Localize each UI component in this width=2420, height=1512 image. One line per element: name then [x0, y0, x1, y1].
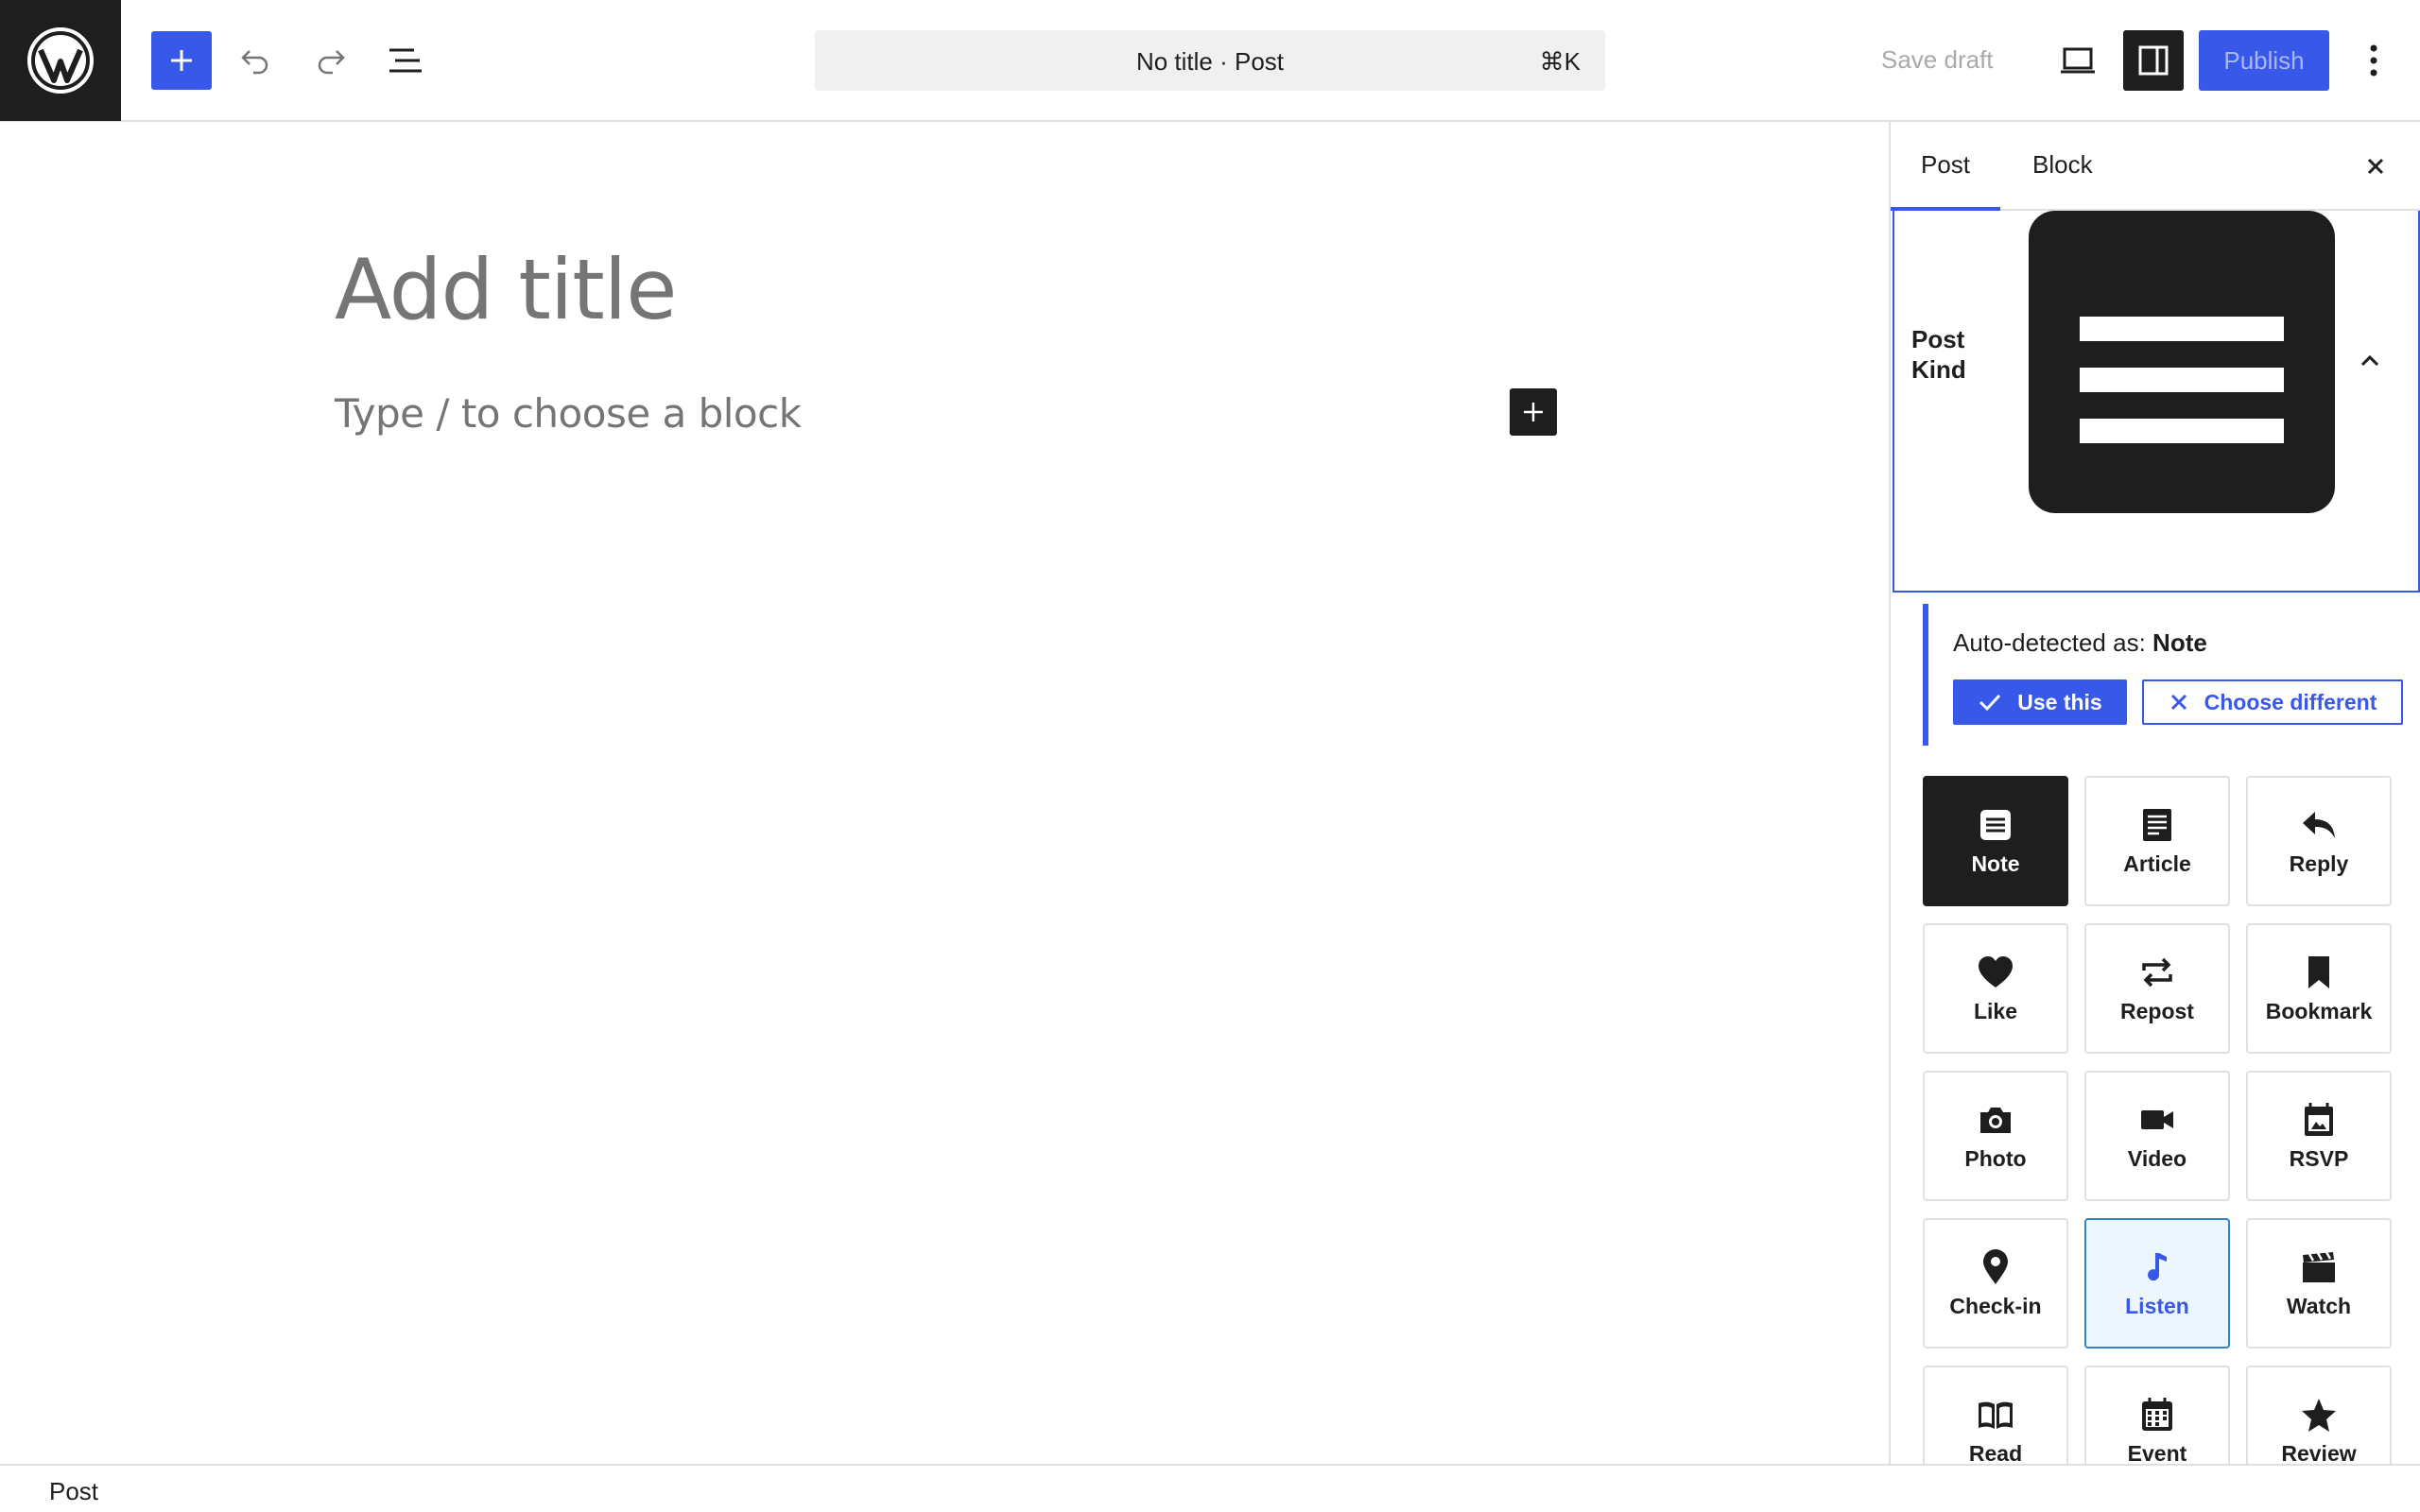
kind-option-label: Photo [1964, 1146, 2027, 1171]
clapperboard-icon [2300, 1248, 2338, 1286]
desktop-preview-icon [2061, 47, 2095, 74]
publish-button[interactable]: Publish [2199, 30, 2329, 91]
redo-icon [318, 50, 345, 75]
panel-title-text: Post Kind [1911, 325, 1966, 384]
heart-icon [1977, 954, 2014, 991]
kind-option-bookmark[interactable]: Bookmark [2246, 923, 2392, 1054]
document-title: No title · Post [1135, 47, 1285, 76]
auto-detect-prefix: Auto-detected as: [1953, 628, 2146, 657]
kind-option-label: RSVP [2289, 1146, 2349, 1171]
document-overview-button[interactable] [388, 42, 425, 79]
use-this-button[interactable]: Use this [1953, 679, 2127, 725]
auto-detect-notice: Auto-detected as: Note Use this Choose d… [1923, 604, 2403, 746]
music-note-icon [2138, 1248, 2176, 1286]
kind-option-photo[interactable]: Photo [1923, 1071, 2068, 1201]
kind-option-label: Bookmark [2265, 999, 2373, 1023]
panel-title[interactable]: Post Kind [1911, 324, 1978, 385]
redo-button[interactable] [312, 42, 350, 79]
kind-option-label: Watch [2286, 1294, 2352, 1318]
settings-sidebar: Post Block Post Kind Auto-detected as: N… [1889, 122, 2420, 1464]
kind-option-listen[interactable]: Listen [2084, 1218, 2230, 1349]
kind-option-review[interactable]: Review [2246, 1366, 2392, 1464]
options-menu-button[interactable] [2360, 38, 2388, 83]
book-icon [1977, 1396, 2014, 1434]
kind-option-label: Listen [2125, 1294, 2189, 1318]
kind-option-label: Article [2123, 851, 2191, 876]
post-kind-panel: Post Kind [1893, 211, 2420, 593]
inline-block-inserter-button[interactable] [1510, 388, 1557, 436]
shortcut-hint: ⌘K [1539, 47, 1581, 76]
save-draft-button[interactable]: Save draft [1881, 45, 1994, 75]
kind-option-label: Video [2127, 1146, 2187, 1171]
preview-button[interactable] [2057, 42, 2099, 79]
tab-block[interactable]: Block [2032, 150, 2093, 180]
check-icon [1979, 694, 2001, 712]
video-icon [2138, 1101, 2176, 1139]
block-inserter-button[interactable] [151, 31, 212, 90]
kind-option-like[interactable]: Like [1923, 923, 2068, 1054]
kind-option-note[interactable]: Note [1923, 776, 2068, 906]
choose-different-label: Choose different [2204, 689, 2377, 714]
note-line [2080, 317, 2284, 341]
camera-icon [1977, 1101, 2014, 1139]
kind-option-check-in[interactable]: Check-in [1923, 1218, 2068, 1349]
default-block-appender[interactable]: Type / to choose a block [335, 390, 802, 437]
kind-option-watch[interactable]: Watch [2246, 1218, 2392, 1349]
kind-option-label: Check-in [1949, 1294, 2042, 1318]
sidebar-tabs: Post Block [1891, 122, 2420, 211]
star-icon [2300, 1396, 2338, 1434]
plus-icon [1524, 403, 1543, 421]
rsvp-icon [2300, 1101, 2338, 1139]
close-icon [2170, 694, 2187, 711]
kind-option-event[interactable]: Event [2084, 1366, 2230, 1464]
list-view-icon [389, 48, 422, 73]
article-icon [2138, 806, 2176, 844]
chevron-up-icon [2360, 354, 2379, 367]
sidebar-icon [2138, 45, 2169, 76]
kind-option-label: Read [1968, 1441, 2023, 1464]
close-icon [2367, 158, 2384, 175]
note-icon [1977, 806, 2014, 844]
use-this-label: Use this [2017, 689, 2102, 714]
more-vertical-icon [2370, 44, 2377, 77]
kind-option-video[interactable]: Video [2084, 1071, 2230, 1201]
command-palette-bar[interactable]: No title · Post ⌘K [815, 30, 1605, 91]
plus-icon [171, 50, 192, 71]
tab-post[interactable]: Post [1921, 150, 1970, 180]
note-line [2080, 419, 2284, 443]
editor-footer: Post [0, 1464, 2420, 1512]
location-pin-icon [1977, 1248, 2014, 1286]
auto-detect-text: Auto-detected as: Note [1953, 628, 2207, 658]
kind-option-label: Reply [2289, 851, 2349, 876]
kind-option-article[interactable]: Article [2084, 776, 2230, 906]
kind-option-reply[interactable]: Reply [2246, 776, 2392, 906]
reply-icon [2300, 806, 2338, 844]
undo-icon [241, 50, 268, 75]
note-kind-icon-large [2029, 211, 2335, 513]
choose-different-button[interactable]: Choose different [2142, 679, 2403, 725]
undo-button[interactable] [236, 42, 274, 79]
kind-option-read[interactable]: Read [1923, 1366, 2068, 1464]
note-line [2080, 368, 2284, 392]
auto-detect-value: Note [2152, 628, 2207, 657]
editor-header: No title · Post ⌘K Save draft Publish [0, 0, 2420, 122]
kind-option-label: Repost [2120, 999, 2194, 1023]
bookmark-icon [2300, 954, 2338, 991]
wordpress-logo-button[interactable] [0, 0, 121, 121]
breadcrumb[interactable]: Post [49, 1477, 98, 1506]
kind-option-repost[interactable]: Repost [2084, 923, 2230, 1054]
kind-option-label: Like [1973, 999, 2018, 1023]
editor-canvas: Add title Type / to choose a block [0, 122, 1889, 1464]
repost-icon [2138, 954, 2176, 991]
kind-option-rsvp[interactable]: RSVP [2246, 1071, 2392, 1201]
calendar-icon [2138, 1396, 2176, 1434]
kind-option-label: Note [1971, 851, 2020, 876]
kind-option-label: Review [2281, 1441, 2357, 1464]
post-title-input[interactable]: Add title [335, 241, 677, 338]
close-sidebar-button[interactable] [2360, 150, 2392, 182]
wordpress-logo-icon [27, 27, 94, 94]
settings-sidebar-toggle[interactable] [2123, 30, 2184, 91]
collapse-panel-button[interactable] [2356, 347, 2384, 375]
kind-option-label: Event [2127, 1441, 2187, 1464]
